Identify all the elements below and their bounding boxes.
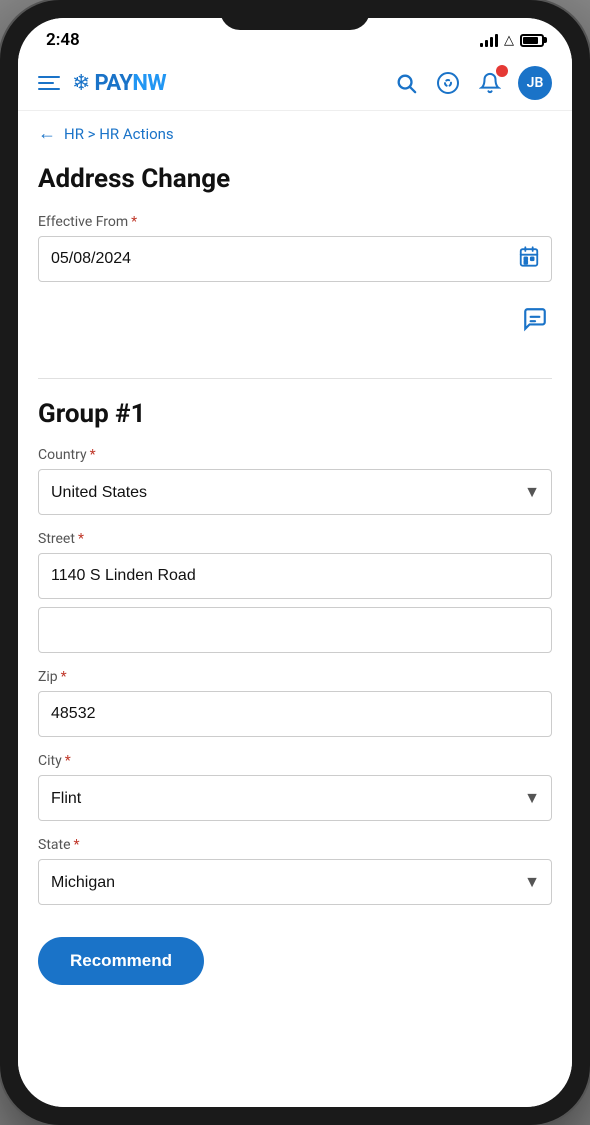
state-group: State * Michigan Ohio Indiana ▼ — [38, 837, 552, 905]
effective-from-label: Effective From * — [38, 214, 552, 230]
wifi-icon: △ — [504, 33, 514, 48]
effective-from-group: Effective From * — [38, 214, 552, 282]
notification-badge — [496, 65, 508, 77]
street-line1-input[interactable] — [38, 553, 552, 599]
country-select-wrapper: United States Canada Mexico ▼ — [38, 469, 552, 515]
phone-notch — [220, 0, 370, 30]
help-icon[interactable] — [434, 69, 462, 97]
logo-snowflake-icon: ❄ — [72, 71, 90, 96]
header-right: JB — [392, 66, 552, 100]
group-title: Group #1 — [38, 399, 552, 429]
battery-icon — [520, 34, 544, 47]
state-select-wrapper: Michigan Ohio Indiana ▼ — [38, 859, 552, 905]
effective-from-wrapper — [38, 236, 552, 282]
city-group: City * Flint Detroit Grand Rapids ▼ — [38, 753, 552, 821]
comment-icon[interactable] — [518, 302, 552, 342]
search-icon[interactable] — [392, 69, 420, 97]
notification-icon[interactable] — [476, 69, 504, 97]
country-label: Country * — [38, 447, 552, 463]
signal-icon — [480, 33, 498, 47]
required-marker: * — [131, 214, 137, 230]
zip-group: Zip * — [38, 669, 552, 737]
state-label: State * — [38, 837, 552, 853]
country-group: Country * United States Canada Mexico ▼ — [38, 447, 552, 515]
street-line2-input[interactable] — [38, 607, 552, 653]
logo-container: ❄ PAYNW — [72, 71, 166, 96]
country-select[interactable]: United States Canada Mexico — [38, 469, 552, 515]
status-icons: △ — [480, 33, 544, 48]
street-group: Street * — [38, 531, 552, 653]
logo-text: PAYNW — [94, 71, 166, 96]
phone-screen: 2:48 △ ❄ PAYNW — [18, 18, 572, 1107]
street-label: Street * — [38, 531, 552, 547]
page-title: Address Change — [38, 164, 552, 194]
app-header: ❄ PAYNW — [18, 56, 572, 111]
main-content: Address Change Effective From * — [18, 156, 572, 1107]
recommend-button[interactable]: Recommend — [38, 937, 204, 985]
city-label: City * — [38, 753, 552, 769]
city-select-wrapper: Flint Detroit Grand Rapids ▼ — [38, 775, 552, 821]
effective-from-input[interactable] — [38, 236, 552, 282]
divider — [38, 378, 552, 379]
hamburger-icon[interactable] — [38, 76, 60, 90]
header-left: ❄ PAYNW — [38, 71, 166, 96]
breadcrumb: ← HR > HR Actions — [18, 111, 572, 156]
status-time: 2:48 — [46, 30, 80, 50]
state-select[interactable]: Michigan Ohio Indiana — [38, 859, 552, 905]
comment-area — [38, 298, 552, 358]
zip-label: Zip * — [38, 669, 552, 685]
city-select[interactable]: Flint Detroit Grand Rapids — [38, 775, 552, 821]
avatar[interactable]: JB — [518, 66, 552, 100]
breadcrumb-text: HR > HR Actions — [64, 125, 174, 143]
back-arrow-icon[interactable]: ← — [38, 123, 56, 144]
calendar-icon[interactable] — [518, 246, 540, 273]
zip-input[interactable] — [38, 691, 552, 737]
phone-frame: 2:48 △ ❄ PAYNW — [0, 0, 590, 1125]
